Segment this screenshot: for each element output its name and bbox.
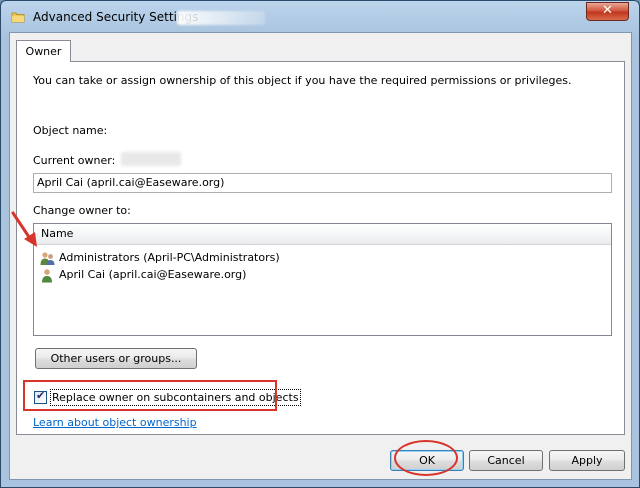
apply-button[interactable]: Apply xyxy=(549,450,625,471)
annotation-highlight-box xyxy=(23,380,277,411)
learn-ownership-link[interactable]: Learn about object ownership xyxy=(33,416,197,429)
window-title: Advanced Security Settings xyxy=(33,10,199,24)
list-item-april-cai[interactable]: April Cai (april.cai@Easeware.org) xyxy=(40,266,246,283)
title-bar[interactable]: Advanced Security Settings ✕ xyxy=(1,1,639,33)
annotation-highlight-ellipse xyxy=(394,440,458,476)
owner-description: You can take or assign ownership of this… xyxy=(33,74,572,87)
cancel-button-label: Cancel xyxy=(487,454,525,467)
list-item-administrators[interactable]: Administrators (April-PC\Administrators) xyxy=(40,249,280,266)
redacted-title-part xyxy=(177,11,265,25)
other-users-button-label: Other users or groups... xyxy=(50,352,182,365)
tab-owner[interactable]: Owner xyxy=(16,40,71,62)
object-name-label: Object name: xyxy=(33,124,108,137)
owner-candidates-list[interactable]: Name Administrators (April-PC\Administra… xyxy=(33,223,612,336)
user-group-icon xyxy=(40,251,55,265)
close-button[interactable]: ✕ xyxy=(586,2,629,21)
redacted-object-name xyxy=(121,152,181,166)
advanced-security-settings-window: Advanced Security Settings ✕ Owner You c… xyxy=(0,0,640,488)
user-icon xyxy=(42,268,52,282)
tab-owner-label: Owner xyxy=(25,45,62,58)
list-header-name-label: Name xyxy=(41,227,74,240)
folder-icon xyxy=(11,12,25,23)
current-owner-label: Current owner: xyxy=(33,154,116,167)
other-users-button[interactable]: Other users or groups... xyxy=(35,348,197,369)
owner-tab-panel: You can take or assign ownership of this… xyxy=(16,61,625,435)
list-item-label: Administrators (April-PC\Administrators) xyxy=(59,251,280,264)
current-owner-value: April Cai (april.cai@Easeware.org) xyxy=(37,176,225,189)
cancel-button[interactable]: Cancel xyxy=(469,450,543,471)
current-owner-field[interactable]: April Cai (april.cai@Easeware.org) xyxy=(33,173,612,193)
annotation-arrow-icon xyxy=(11,211,37,247)
dialog-body: Owner You can take or assign ownership o… xyxy=(9,32,632,480)
list-item-label: April Cai (april.cai@Easeware.org) xyxy=(59,268,247,281)
change-owner-label: Change owner to: xyxy=(33,204,131,217)
apply-button-label: Apply xyxy=(571,454,603,467)
list-header-name[interactable]: Name xyxy=(34,224,611,245)
close-icon: ✕ xyxy=(602,3,613,18)
